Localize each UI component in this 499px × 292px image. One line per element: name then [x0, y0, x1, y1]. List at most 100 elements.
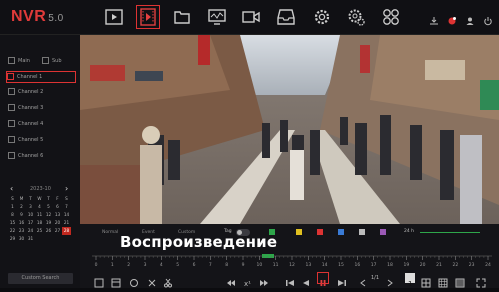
calendar-weekday: S — [11, 196, 14, 201]
timeline-hour-label: 17 — [371, 262, 377, 268]
calendar-day[interactable]: 27 — [53, 227, 62, 235]
file-folder-icon[interactable] — [172, 7, 192, 27]
calendar-day[interactable]: 6 — [53, 203, 62, 211]
calendar-day[interactable]: 19 — [44, 219, 53, 227]
cut-icon[interactable] — [147, 273, 157, 287]
timeline-zoom-slider[interactable] — [420, 232, 480, 233]
calendar-day[interactable]: 13 — [53, 211, 62, 219]
grid-layout-icon[interactable] — [381, 7, 401, 27]
calendar-day[interactable]: 24 — [26, 227, 35, 235]
channel-item-6[interactable]: Channel 6 — [8, 151, 74, 161]
svg-text:1: 1 — [408, 280, 412, 288]
calendar-day[interactable]: 8 — [8, 211, 17, 219]
calendar-day[interactable]: 12 — [44, 211, 53, 219]
calendar-day[interactable]: 16 — [17, 219, 26, 227]
legend-alarm-swatch — [317, 229, 323, 235]
calendar-weekday: W — [37, 196, 42, 201]
calendar-day[interactable]: 20 — [53, 219, 62, 227]
calendar-day[interactable]: 30 — [17, 235, 26, 243]
calendar-day[interactable]: 1 — [8, 203, 17, 211]
timeline-ruler: 0 1 2 3 4 5 6 7 8 9 10 11 12 13 14 15 16 17 18 19 20 21 22 23 24 — [92, 254, 492, 268]
prev-frame-icon[interactable] — [285, 273, 295, 286]
split-9-icon[interactable] — [438, 273, 448, 288]
pause-icon[interactable] — [317, 272, 329, 286]
scissors-icon[interactable] — [163, 273, 173, 288]
channel-item-2[interactable]: Channel 2 — [8, 87, 74, 97]
calendar-day[interactable]: 4 — [35, 203, 44, 211]
timeline-scale-label: 24 h — [404, 229, 415, 234]
calendar-day[interactable]: 29 — [8, 235, 17, 243]
calendar-day[interactable]: 3 — [26, 203, 35, 211]
calendar-weekday: F — [56, 196, 59, 201]
channel-item-4[interactable]: Channel 4 — [8, 119, 74, 129]
calendar-weekday: S — [65, 196, 68, 201]
channel-label: Channel 3 — [18, 105, 44, 111]
fullscreen-icon[interactable] — [476, 273, 486, 288]
calendar-day[interactable]: 14 — [62, 211, 71, 219]
next-month-icon[interactable]: › — [65, 185, 68, 193]
calendar-day[interactable]: 11 — [35, 211, 44, 219]
next-page-icon[interactable] — [385, 273, 395, 287]
channel-label: Channel 1 — [17, 74, 43, 80]
calendar-day[interactable]: 15 — [8, 219, 17, 227]
rewind-icon[interactable] — [226, 273, 236, 286]
sub-stream-checkbox[interactable]: Sub — [42, 57, 62, 64]
user-icon[interactable] — [465, 11, 475, 25]
system-settings-icon[interactable] — [346, 7, 366, 27]
split-1-icon[interactable]: 1 — [405, 273, 415, 288]
fast-forward-icon[interactable] — [259, 273, 269, 286]
timeline-hour-label: 14 — [322, 262, 328, 268]
calendar-day[interactable]: 2 — [17, 203, 26, 211]
calendar-day[interactable]: 22 — [8, 227, 17, 235]
calendar-day[interactable]: 7 — [62, 203, 71, 211]
calendar-day[interactable]: 9 — [17, 211, 26, 219]
calendar-day[interactable]: 10 — [26, 211, 35, 219]
main-stream-checkbox[interactable]: Main — [8, 57, 30, 64]
layout-1-icon[interactable] — [94, 273, 104, 288]
calendar-day[interactable]: 26 — [44, 227, 53, 235]
calendar-day[interactable]: 23 — [17, 227, 26, 235]
monitor-icon[interactable] — [207, 7, 227, 27]
nvr-logo: NVR 5.0 — [11, 8, 64, 25]
channel-label: Channel 2 — [18, 89, 44, 95]
timeline-hour-label: 22 — [452, 262, 458, 268]
download-icon[interactable] — [429, 11, 439, 25]
next-frame-icon[interactable] — [337, 273, 347, 286]
calendar-day[interactable]: 31 — [26, 235, 35, 243]
timeline[interactable]: 0 1 2 3 4 5 6 7 8 9 10 11 12 13 14 15 16 17 18 19 20 21 22 23 24 — [92, 254, 492, 268]
status-icons — [426, 11, 493, 30]
backup-icon[interactable] — [129, 273, 139, 287]
svg-text:x¹: x¹ — [244, 280, 251, 288]
calendar-grid: S M T W T F S 1 2 3 4 5 6 7 8 9 10 11 12 13 14 15 16 17 18 19 20 21… — [8, 195, 76, 243]
tab-normal[interactable]: Normal — [102, 230, 118, 235]
play-reverse-icon[interactable] — [301, 273, 311, 286]
slow-icon[interactable]: x¹ — [243, 273, 253, 288]
video-camera-icon[interactable] — [241, 7, 261, 27]
split-16-icon[interactable] — [455, 273, 465, 288]
custom-search-button[interactable]: Custom Search — [8, 273, 73, 284]
split-4-icon[interactable] — [421, 273, 431, 288]
live-view-icon[interactable] — [104, 7, 124, 27]
channel-item-3[interactable]: Channel 3 — [8, 103, 74, 113]
timeline-hour-label: 5 — [176, 262, 179, 268]
calendar-day[interactable]: 18 — [35, 219, 44, 227]
playback-icon[interactable] — [136, 5, 160, 29]
calendar-day[interactable]: 25 — [35, 227, 44, 235]
gear-icon[interactable] — [312, 7, 332, 27]
calendar-day[interactable]: 5 — [44, 203, 53, 211]
calendar-weekday: T — [47, 196, 50, 201]
video-frame[interactable] — [80, 35, 499, 224]
prev-month-icon[interactable]: ‹ — [10, 185, 13, 193]
sub-stream-label: Sub — [52, 58, 62, 64]
calendar-day[interactable]: 17 — [26, 219, 35, 227]
power-icon[interactable] — [483, 11, 493, 26]
channel-item-1[interactable]: Channel 1 — [6, 71, 76, 83]
calendar-day[interactable]: 21 — [62, 219, 71, 227]
alarm-icon[interactable] — [447, 11, 457, 25]
channel-item-5[interactable]: Channel 5 — [8, 135, 74, 145]
prev-page-icon[interactable] — [358, 273, 368, 287]
calendar-day[interactable]: 28 — [62, 227, 71, 235]
backup-tray-icon[interactable] — [276, 7, 296, 27]
timeline-hour-label: 21 — [436, 262, 442, 268]
snapshot-icon[interactable] — [111, 273, 121, 288]
